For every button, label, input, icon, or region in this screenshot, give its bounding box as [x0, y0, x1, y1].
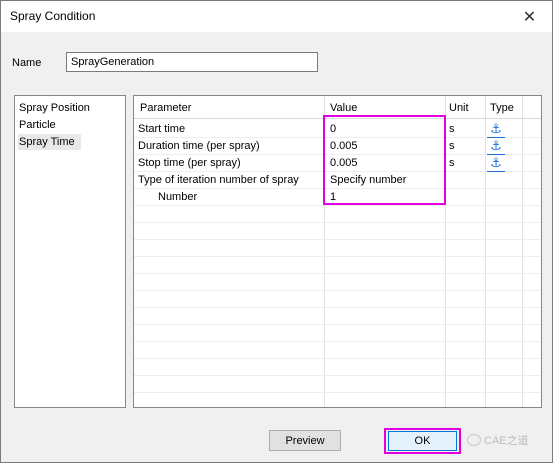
column-header-value: Value	[330, 102, 358, 114]
param-start-time: Start time	[138, 123, 186, 135]
column-divider	[324, 96, 325, 407]
anchor-icon[interactable]: ⚓	[487, 121, 505, 138]
value-start-time[interactable]: 0	[330, 121, 336, 138]
spray-condition-dialog: Spray Condition ✕ Name SprayGeneration S…	[0, 0, 553, 463]
name-label: Name	[12, 57, 42, 69]
ok-highlight-box: OK	[384, 428, 461, 454]
value-duration-time[interactable]: 0.005	[330, 138, 358, 155]
value-number[interactable]: 1	[330, 189, 336, 206]
ok-button[interactable]: OK	[388, 431, 457, 451]
watermark: CAE之道	[467, 432, 529, 448]
column-divider	[445, 96, 446, 407]
window-title: Spray Condition	[10, 9, 96, 23]
column-header-type: Type	[490, 102, 514, 114]
close-icon[interactable]: ✕	[507, 1, 552, 32]
anchor-icon[interactable]: ⚓	[487, 138, 505, 155]
category-list: Spray Position Particle Spray Time	[14, 95, 126, 408]
wechat-icon	[467, 434, 481, 446]
column-header-unit: Unit	[449, 102, 469, 114]
parameter-grid: Parameter Value Unit Type Start time 0 s…	[133, 95, 542, 408]
category-item-spray-position[interactable]: Spray Position	[18, 100, 90, 116]
param-duration-time: Duration time (per spray)	[138, 140, 260, 152]
preview-button[interactable]: Preview	[269, 430, 341, 451]
title-bar: Spray Condition ✕	[1, 1, 552, 32]
category-item-spray-time[interactable]: Spray Time	[18, 134, 81, 150]
column-divider	[485, 96, 486, 407]
param-stop-time: Stop time (per spray)	[138, 157, 241, 169]
column-header-parameter: Parameter	[140, 102, 192, 114]
watermark-text: CAE之道	[484, 435, 529, 447]
name-input[interactable]: SprayGeneration	[66, 52, 318, 72]
value-stop-time[interactable]: 0.005	[330, 155, 358, 172]
column-divider	[522, 96, 523, 407]
grid-header: Parameter Value Unit Type	[134, 96, 541, 119]
anchor-icon[interactable]: ⚓	[487, 155, 505, 172]
unit-duration-time: s	[449, 140, 455, 152]
param-iteration-type: Type of iteration number of spray	[138, 174, 299, 186]
unit-start-time: s	[449, 123, 455, 135]
unit-stop-time: s	[449, 157, 455, 169]
value-iteration-type[interactable]: Specify number	[330, 172, 406, 189]
category-item-particle[interactable]: Particle	[18, 117, 56, 133]
param-number: Number	[158, 191, 198, 203]
